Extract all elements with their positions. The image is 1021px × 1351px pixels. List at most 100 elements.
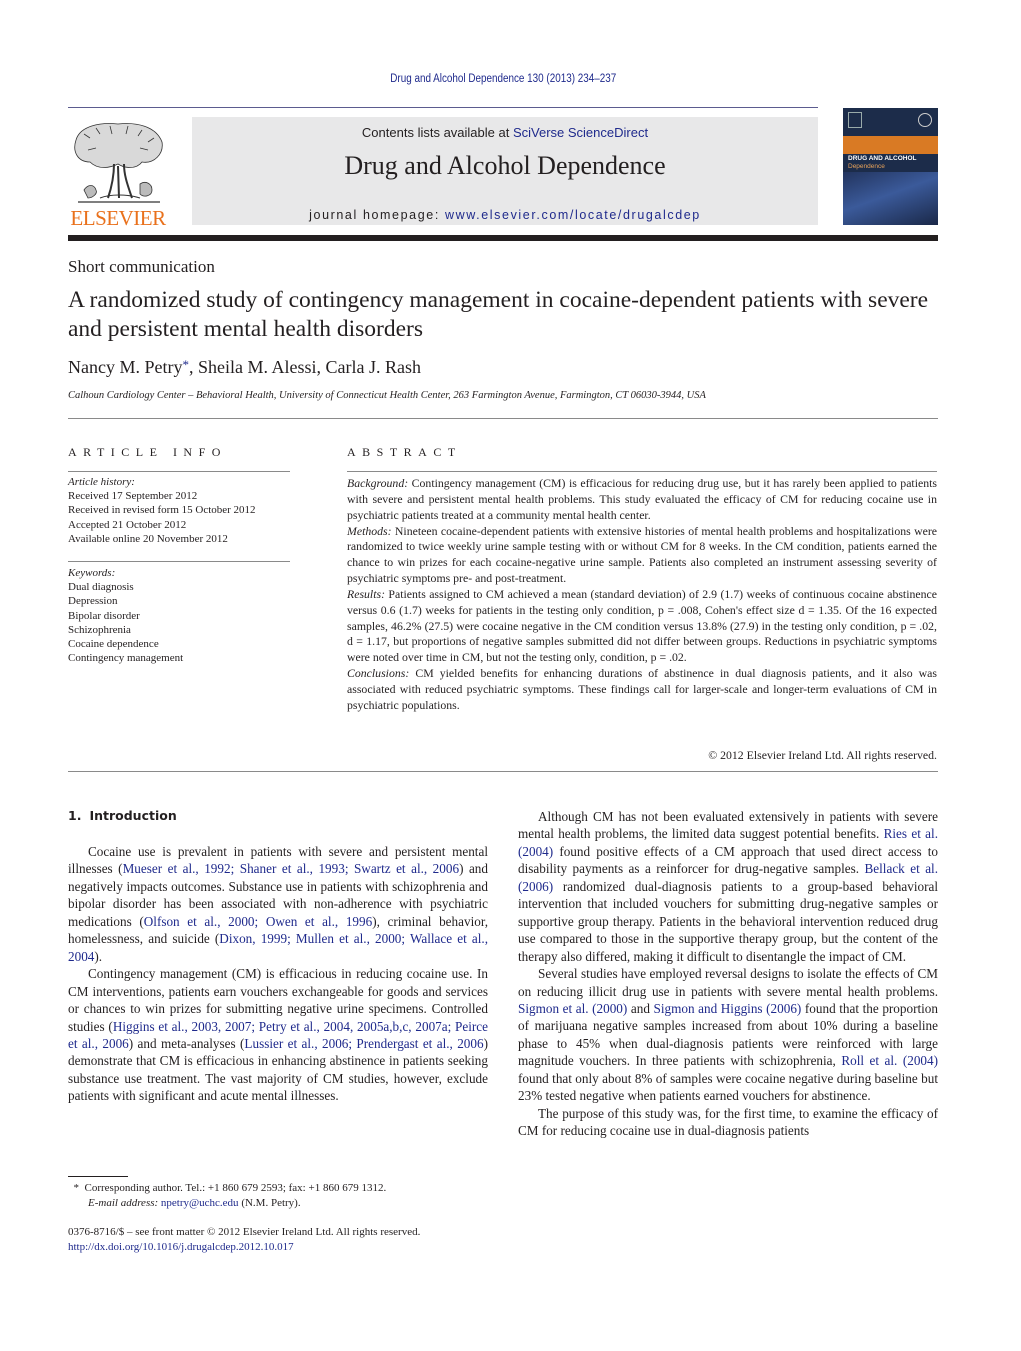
issn-line: 0376-8716/$ – see front matter © 2012 El…: [68, 1226, 421, 1238]
footnote-marker: *: [73, 1182, 80, 1194]
cover-publisher-icon: [848, 112, 862, 128]
keyword-item: Bipolar disorder: [68, 609, 140, 622]
affiliation-rule: [68, 418, 938, 419]
author-name[interactable]: Sheila M. Alessi: [198, 357, 317, 377]
section-title: Introduction: [89, 808, 177, 823]
section-number: 1.: [68, 808, 82, 823]
abstract-heading: ABSTRACT: [347, 445, 462, 459]
history-item: Available online 20 November 2012: [68, 532, 228, 545]
citation-link[interactable]: Mueser et al., 1992; Shaner et al., 1993…: [123, 861, 459, 876]
citation-link[interactable]: Sigmon et al. (2000): [518, 1001, 627, 1016]
abstract-methods: Methods: Nineteen cocaine-dependent pati…: [347, 524, 937, 587]
article-info-rule: [68, 471, 290, 472]
journal-homepage-link[interactable]: www.elsevier.com/locate/drugalcdep: [445, 208, 701, 222]
article-info-heading: ARTICLE INFO: [68, 445, 227, 459]
history-item: Received in revised form 15 October 2012: [68, 504, 256, 517]
keywords-list: Keywords: Dual diagnosis Depression Bipo…: [68, 566, 298, 665]
abstract-section-text: Nineteen cocaine-dependent patients with…: [347, 523, 937, 586]
corresponding-author-marker[interactable]: *: [182, 357, 189, 372]
corresponding-author-footnote: * Corresponding author. Tel.: +1 860 679…: [68, 1181, 498, 1211]
citation-link[interactable]: Olfson et al., 2000; Owen et al., 1996: [144, 914, 372, 929]
body-paragraph: Contingency management (CM) is efficacio…: [68, 965, 488, 1105]
body-paragraph: Several studies have employed reversal d…: [518, 965, 938, 1105]
abstract-body: Background: Contingency management (CM) …: [347, 476, 937, 714]
article-history-label: Article history:: [68, 476, 135, 488]
cover-seal-icon: [918, 113, 932, 127]
abstract-copyright: © 2012 Elsevier Ireland Ltd. All rights …: [708, 748, 937, 762]
keywords-label: Keywords:: [68, 567, 116, 579]
keyword-item: Schizophrenia: [68, 623, 131, 636]
journal-masthead: Contents lists available at SciVerse Sci…: [192, 117, 818, 225]
header-rule: [68, 107, 818, 108]
email-link[interactable]: npetry@uchc.edu: [161, 1197, 239, 1209]
abstract-section-text: CM yielded benefits for enhancing durati…: [347, 666, 937, 712]
body-paragraph: The purpose of this study was, for the f…: [518, 1105, 938, 1140]
contents-prefix: Contents lists available at: [361, 125, 513, 140]
abstract-section-label: Background:: [347, 476, 409, 490]
abstract-section-text: Patients assigned to CM achieved a mean …: [347, 586, 937, 665]
paragraph-text: found that only about 8% of samples were…: [518, 1070, 938, 1104]
paragraph-text: ).: [94, 948, 103, 964]
author-name[interactable]: Carla J. Rash: [326, 357, 421, 377]
abstract-section-label: Conclusions:: [347, 666, 410, 681]
elsevier-logo[interactable]: ELSEVIER: [68, 118, 168, 230]
author-list: Nancy M. Petry*, Sheila M. Alessi, Carla…: [68, 357, 421, 377]
cover-photo: [843, 172, 938, 225]
citation-link[interactable]: Roll et al. (2004): [841, 1053, 938, 1068]
paragraph-text: randomized dual-diagnosis patients to a …: [518, 878, 938, 964]
abstract-section-label: Methods:: [347, 523, 392, 538]
email-label: E-mail address:: [88, 1197, 159, 1209]
keyword-item: Contingency management: [68, 652, 184, 665]
sciencedirect-link[interactable]: SciVerse ScienceDirect: [513, 125, 648, 140]
homepage-prefix: journal homepage:: [309, 208, 445, 222]
body-paragraph: Cocaine use is prevalent in patients wit…: [68, 843, 488, 965]
paragraph-text: and: [627, 1000, 654, 1016]
masthead-thick-rule: [68, 235, 938, 241]
keywords-rule: [68, 561, 290, 562]
elsevier-wordmark: ELSEVIER: [70, 206, 166, 230]
article-history: Article history: Received 17 September 2…: [68, 475, 298, 546]
paragraph-text: Although CM has not been evaluated exten…: [518, 809, 938, 842]
tree-logo-icon: [74, 123, 163, 203]
abstract-rule: [347, 471, 937, 472]
abstract-background: Background: Contingency management (CM) …: [347, 476, 937, 524]
author-affiliation: Calhoun Cardiology Center – Behavioral H…: [68, 390, 706, 401]
homepage-line: journal homepage: www.elsevier.com/locat…: [192, 208, 818, 222]
body-column-right: Although CM has not been evaluated exten…: [518, 808, 938, 1140]
keyword-item: Dual diagnosis: [68, 581, 134, 594]
keyword-item: Depression: [68, 595, 118, 608]
cover-title-line2: Dependence: [848, 163, 885, 170]
cover-orange-band: [843, 136, 938, 154]
body-column-left: Cocaine use is prevalent in patients wit…: [68, 843, 488, 1105]
body-paragraph: Although CM has not been evaluated exten…: [518, 808, 938, 965]
email-suffix: (N.M. Petry).: [238, 1197, 301, 1209]
paragraph-text: The purpose of this study was, for the f…: [518, 1105, 938, 1139]
history-item: Accepted 21 October 2012: [68, 518, 187, 531]
paragraph-text: Several studies have employed reversal d…: [518, 966, 938, 999]
abstract-conclusions: Conclusions: CM yielded benefits for enh…: [347, 666, 937, 714]
journal-title: Drug and Alcohol Dependence: [344, 151, 666, 180]
footnote-text: Corresponding author. Tel.: +1 860 679 2…: [84, 1182, 387, 1194]
abstract-section-text: Contingency management (CM) is efficacio…: [347, 476, 937, 522]
citation-link[interactable]: Sigmon and Higgins (2006): [654, 1001, 802, 1016]
journal-cover-image[interactable]: DRUG AND ALCOHOL Dependence: [843, 108, 938, 225]
front-matter: 0376-8716/$ – see front matter © 2012 El…: [68, 1225, 498, 1255]
abstract-bottom-rule: [68, 771, 938, 772]
abstract-results: Results: Patients assigned to CM achieve…: [347, 587, 937, 666]
citation-link[interactable]: Lussier et al., 2006; Prendergast et al.…: [244, 1036, 483, 1051]
paragraph-text: ) and meta-analyses (: [128, 1035, 245, 1051]
keyword-item: Cocaine dependence: [68, 638, 159, 651]
footnote-rule: [68, 1176, 128, 1177]
running-head-citation[interactable]: Drug and Alcohol Dependence 130 (2013) 2…: [71, 73, 936, 85]
article-title: A randomized study of contingency manage…: [68, 287, 929, 342]
section-heading-introduction: 1. Introduction: [68, 808, 177, 823]
contents-line: Contents lists available at SciVerse Sci…: [192, 125, 818, 140]
doi-link[interactable]: http://dx.doi.org/10.1016/j.drugalcdep.2…: [68, 1240, 498, 1255]
history-item: Received 17 September 2012: [68, 490, 198, 503]
abstract-section-label: Results:: [347, 586, 386, 601]
author-name[interactable]: Nancy M. Petry: [68, 357, 182, 377]
cover-title-line1: DRUG AND ALCOHOL: [848, 155, 917, 162]
footnote-email-line: E-mail address: npetry@uchc.edu (N.M. Pe…: [68, 1196, 498, 1211]
footnote-line: * Corresponding author. Tel.: +1 860 679…: [68, 1181, 498, 1196]
article-type: Short communication: [68, 257, 215, 276]
